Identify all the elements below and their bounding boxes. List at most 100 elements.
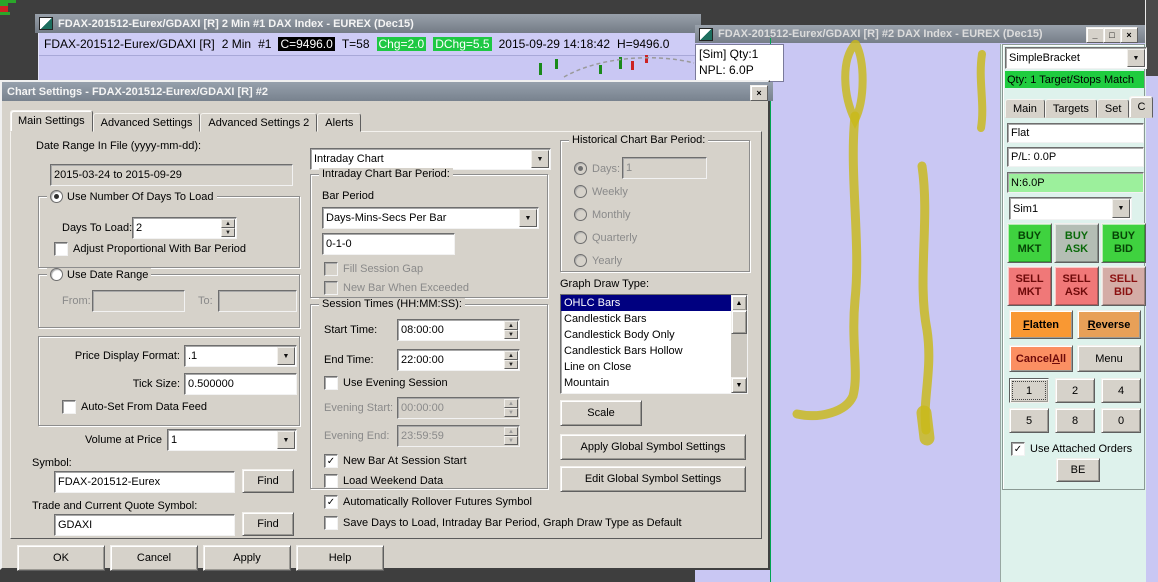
buy-bid-button[interactable]: BUY BID — [1101, 223, 1146, 263]
spin-down-icon[interactable]: ▼ — [504, 360, 518, 369]
scroll-up-icon[interactable]: ▲ — [731, 295, 747, 311]
dialog-titlebar[interactable]: Chart Settings - FDAX-201512-Eurex/GDAXI… — [2, 82, 773, 101]
historical-option-0[interactable]: Days: — [574, 162, 620, 175]
tab-main-settings[interactable]: Main Settings — [10, 110, 93, 132]
sell-bid-button[interactable]: SELL BID — [1101, 266, 1146, 306]
qty-preset-8[interactable]: 8 — [1055, 408, 1095, 433]
buy-ask-button[interactable]: BUY ASK — [1054, 223, 1099, 263]
historical-option-3[interactable]: Quarterly — [574, 231, 637, 244]
historical-option-2-radio[interactable] — [574, 208, 587, 221]
historical-option-2[interactable]: Monthly — [574, 208, 631, 221]
listbox-scrollbar[interactable]: ▲ ▼ — [731, 295, 747, 393]
end-time-field[interactable]: 22:00:00 ▲ ▼ — [397, 349, 520, 371]
load-weekend-checkbox-box[interactable] — [324, 474, 338, 488]
qty-preset-2[interactable]: 2 — [1055, 378, 1095, 403]
tab-advanced-settings[interactable]: Advanced Settings — [92, 113, 201, 132]
flatten-button[interactable]: Flatten — [1009, 310, 1073, 339]
edit-global-button[interactable]: Edit Global Symbol Settings — [560, 466, 746, 492]
tick-size-field[interactable]: 0.500000 — [184, 373, 297, 395]
date-range-field[interactable]: 2015-03-24 to 2015-09-29 — [50, 164, 293, 186]
volume-at-price-combo[interactable]: 1 ▼ — [167, 429, 297, 451]
minimize-button[interactable]: _ — [1086, 27, 1104, 43]
list-item[interactable]: Candlestick Bars — [561, 311, 731, 327]
fill-session-gap-checkbox[interactable]: Fill Session Gap — [324, 262, 423, 276]
reverse-button[interactable]: Reverse — [1077, 310, 1141, 339]
cancel-all-button[interactable]: Cancel All — [1009, 345, 1073, 372]
end-time-field-spinner[interactable]: ▲ ▼ — [504, 351, 518, 369]
symbol-field[interactable]: FDAX-201512-Eurex — [54, 471, 235, 493]
chart1-titlebar[interactable]: FDAX-201512-Eurex/GDAXI [R] 2 Min #1 DAX… — [35, 14, 701, 33]
spin-up-icon[interactable]: ▲ — [221, 219, 235, 228]
use-attached-orders-checkbox[interactable]: ✓ Use Attached Orders — [1011, 442, 1132, 456]
list-item[interactable]: Line on Close — [561, 359, 731, 375]
historical-option-4-radio[interactable] — [574, 254, 587, 267]
spin-up-icon[interactable]: ▲ — [504, 321, 518, 330]
trade-tab-c[interactable]: C — [1129, 96, 1154, 118]
list-item[interactable]: OHLC Bars — [561, 295, 731, 311]
be-button[interactable]: BE — [1056, 458, 1100, 482]
use-date-range-group-title[interactable]: Use Date Range — [47, 268, 152, 281]
use-days-group-radio[interactable] — [50, 190, 63, 203]
autoset-checkbox-box[interactable] — [62, 400, 76, 414]
qty-preset-4[interactable]: 4 — [1101, 378, 1141, 403]
apply-global-button[interactable]: Apply Global Symbol Settings — [560, 434, 746, 460]
adjust-proportional-checkbox-box[interactable] — [54, 242, 68, 256]
list-item[interactable]: Candlestick Bars Hollow — [561, 343, 731, 359]
use-date-range-group-radio[interactable] — [50, 268, 63, 281]
scroll-thumb[interactable] — [731, 310, 747, 334]
trade-symbol-find-button[interactable]: Find — [242, 512, 294, 536]
qty-preset-5[interactable]: 5 — [1009, 408, 1049, 433]
days-to-load-field[interactable]: 2 ▲ ▼ — [132, 217, 237, 239]
use-evening-session-checkbox-box[interactable] — [324, 376, 338, 390]
maximize-button[interactable]: □ — [1103, 27, 1121, 43]
use-attached-orders-checkbox-box[interactable]: ✓ — [1011, 442, 1025, 456]
fill-session-gap-checkbox-box[interactable] — [324, 262, 338, 276]
list-item[interactable]: Mountain — [561, 375, 731, 391]
historical-option-3-radio[interactable] — [574, 231, 587, 244]
save-defaults-checkbox[interactable]: Save Days to Load, Intraday Bar Period, … — [324, 516, 682, 530]
load-weekend-checkbox[interactable]: Load Weekend Data — [324, 474, 443, 488]
menu-button[interactable]: Menu — [1077, 345, 1141, 372]
historical-option-1[interactable]: Weekly — [574, 185, 628, 198]
strategy-combo[interactable]: SimpleBracket ▼ — [1005, 47, 1147, 69]
sell-mkt-button[interactable]: SELL MKT — [1007, 266, 1052, 306]
scroll-down-icon[interactable]: ▼ — [731, 377, 747, 393]
symbol-find-button[interactable]: Find — [242, 469, 294, 493]
historical-option-4[interactable]: Yearly — [574, 254, 622, 267]
new-bar-session-checkbox[interactable]: ✓ New Bar At Session Start — [324, 454, 467, 468]
chevron-down-icon[interactable]: ▼ — [1112, 199, 1130, 218]
trade-tab-targets[interactable]: Targets — [1044, 99, 1097, 118]
dialog-close-button[interactable]: × — [750, 85, 768, 101]
chevron-down-icon[interactable]: ▼ — [277, 347, 295, 365]
autoset-checkbox[interactable]: Auto-Set From Data Feed — [62, 400, 207, 414]
chevron-down-icon[interactable]: ▼ — [277, 431, 295, 449]
list-item[interactable]: Candlestick Body Only — [561, 327, 731, 343]
trade-symbol-field[interactable]: GDAXI — [54, 514, 235, 536]
account-combo[interactable]: Sim1 ▼ — [1009, 197, 1132, 220]
tab-alerts[interactable]: Alerts — [317, 113, 362, 132]
chart-type-combo[interactable]: Intraday Chart ▼ — [310, 148, 551, 170]
spin-down-icon[interactable]: ▼ — [504, 330, 518, 339]
ok-button[interactable]: OK — [17, 545, 105, 571]
tab-advanced-settings-2[interactable]: Advanced Settings 2 — [200, 113, 318, 132]
start-time-field-spinner[interactable]: ▲ ▼ — [504, 321, 518, 339]
historical-option-1-radio[interactable] — [574, 185, 587, 198]
historical-option-0-radio[interactable] — [574, 162, 587, 175]
rollover-checkbox-box[interactable]: ✓ — [324, 495, 338, 509]
new-bar-exceeded-checkbox[interactable]: New Bar When Exceeded — [324, 281, 469, 295]
adjust-proportional-checkbox[interactable]: Adjust Proportional With Bar Period — [54, 242, 246, 256]
new-bar-exceeded-checkbox-box[interactable] — [324, 281, 338, 295]
rollover-checkbox[interactable]: ✓ Automatically Rollover Futures Symbol — [324, 495, 532, 509]
apply-button[interactable]: Apply — [203, 545, 291, 571]
spin-up-icon[interactable]: ▲ — [504, 351, 518, 360]
use-evening-session-checkbox[interactable]: Use Evening Session — [324, 376, 448, 390]
trade-tab-set[interactable]: Set — [1096, 99, 1130, 118]
cancel-button[interactable]: Cancel — [110, 545, 198, 571]
chevron-down-icon[interactable]: ▼ — [531, 150, 549, 168]
graph-draw-listbox[interactable]: OHLC Bars Candlestick Bars Candlestick Bod… — [560, 294, 748, 394]
qty-preset-0[interactable]: 0 — [1101, 408, 1141, 433]
start-time-field[interactable]: 08:00:00 ▲ ▼ — [397, 319, 520, 341]
chevron-down-icon[interactable]: ▼ — [1127, 49, 1145, 67]
save-defaults-checkbox-box[interactable] — [324, 516, 338, 530]
spin-down-icon[interactable]: ▼ — [221, 228, 235, 237]
